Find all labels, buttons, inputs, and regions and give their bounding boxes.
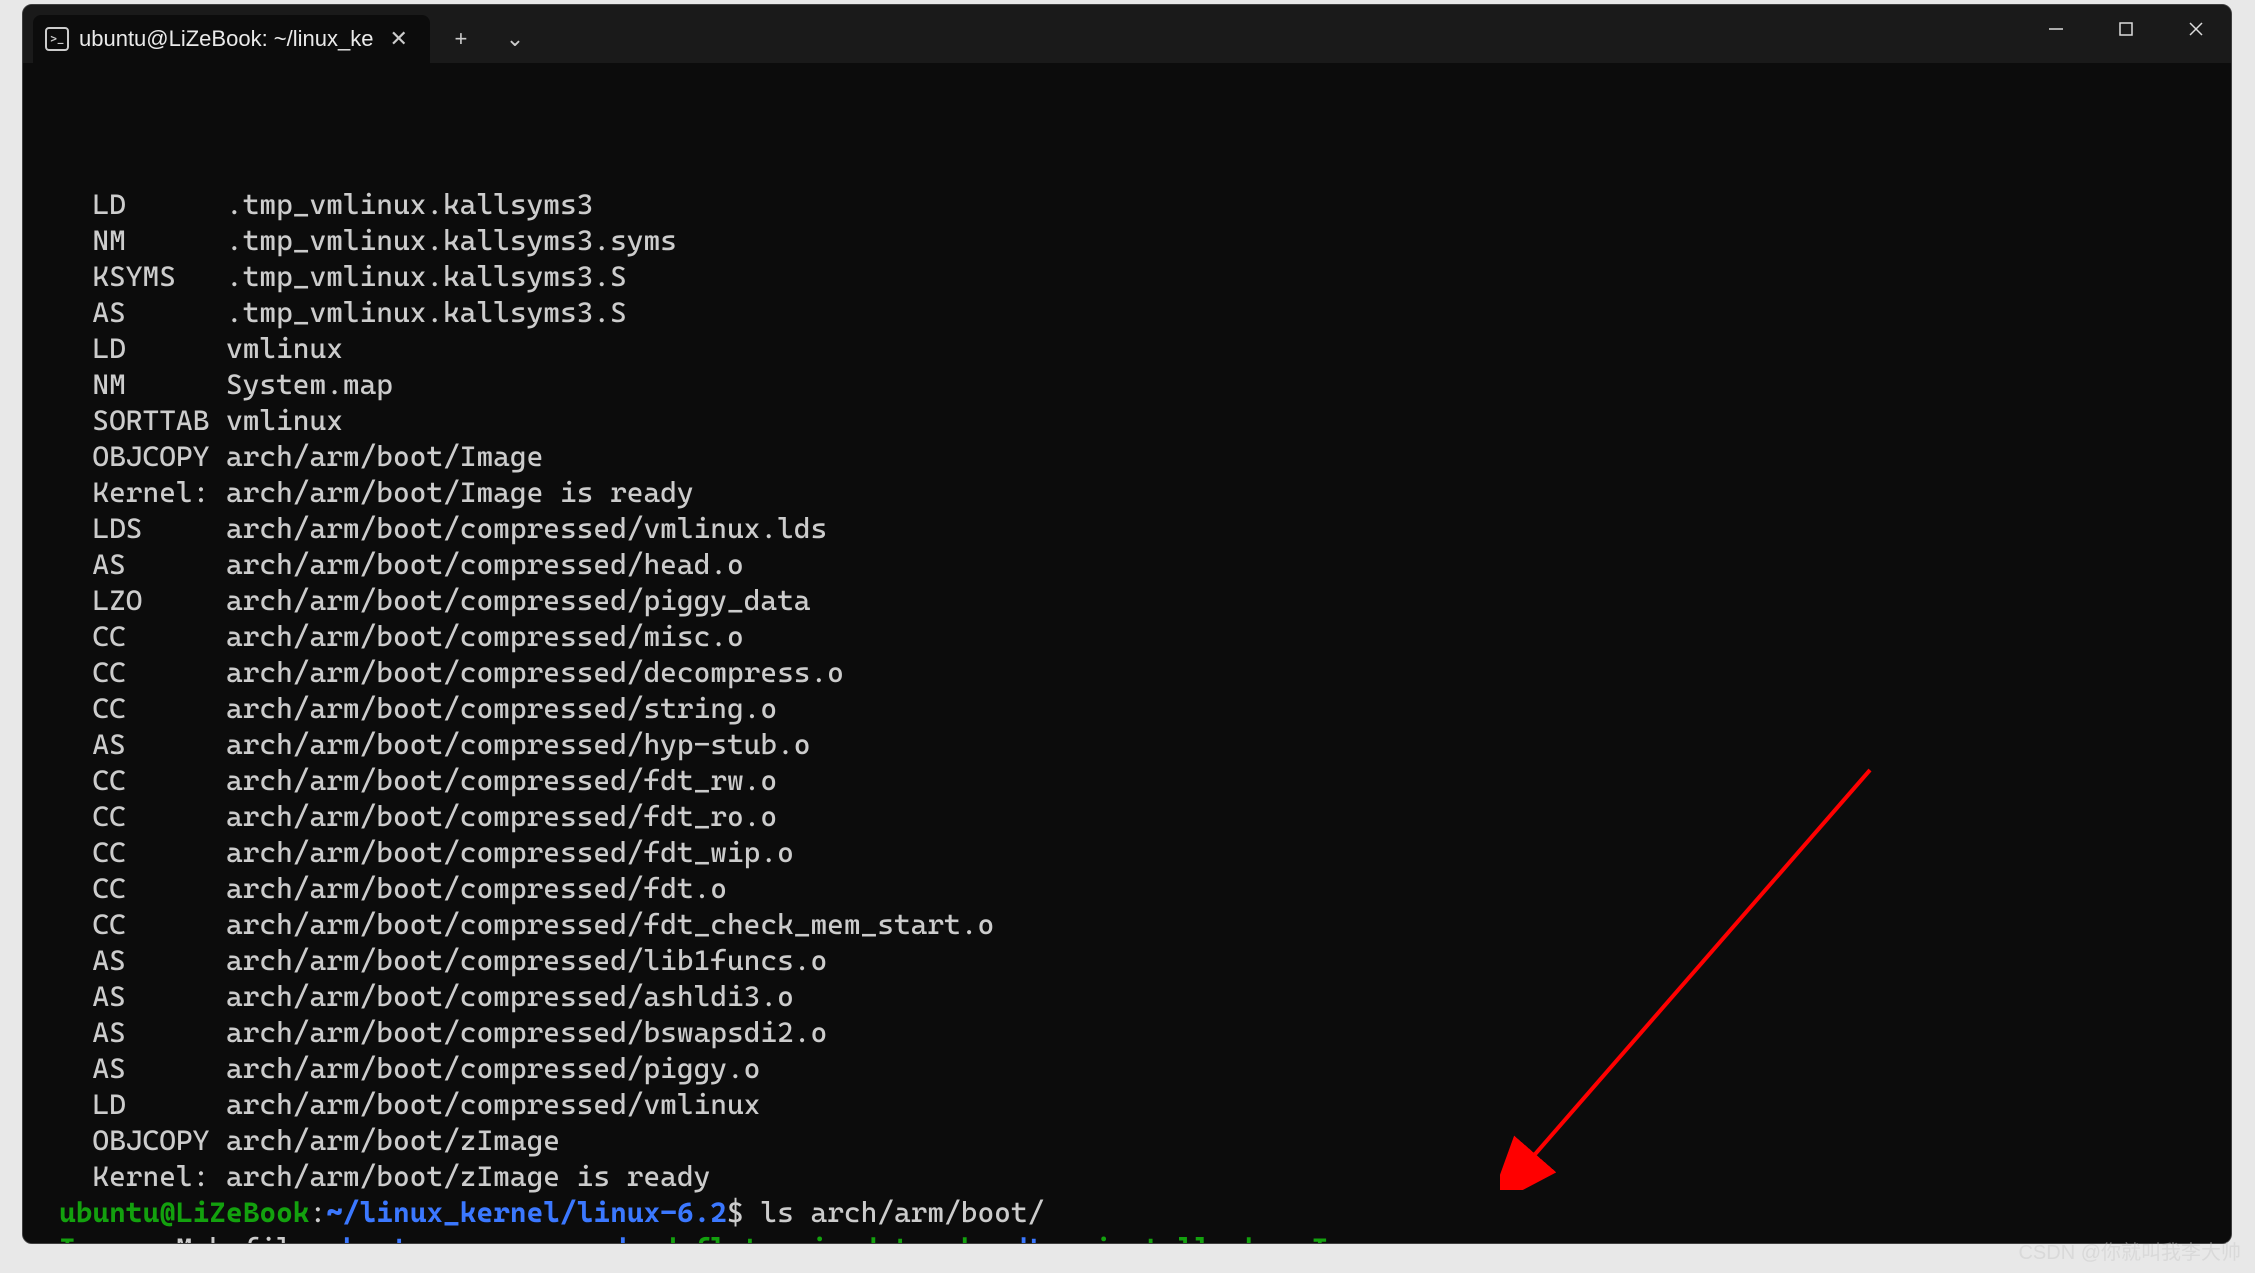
ls-entry: compressed	[460, 1232, 627, 1243]
prompt-user: ubuntu@LiZeBook	[59, 1196, 310, 1229]
output-line: AS arch/arm/boot/compressed/head.o	[59, 547, 2227, 583]
tab-dropdown-button[interactable]: ⌄	[490, 17, 540, 61]
maximize-button[interactable]	[2091, 5, 2161, 53]
ls-entry: Makefile	[176, 1232, 310, 1243]
output-line: LD vmlinux	[59, 331, 2227, 367]
output-line: CC arch/arm/boot/compressed/fdt_check_me…	[59, 907, 2227, 943]
output-line: LZO arch/arm/boot/compressed/piggy_data	[59, 583, 2227, 619]
ls-entry: zImage	[1295, 1232, 1395, 1243]
tab-title: ubuntu@LiZeBook: ~/linux_ke	[79, 26, 373, 52]
output-line: Kernel: arch/arm/boot/zImage is ready	[59, 1159, 2227, 1195]
ls-output: Image Makefile bootp compressed deflate_…	[59, 1231, 2227, 1243]
output-line: CC arch/arm/boot/compressed/fdt_rw.o	[59, 763, 2227, 799]
maximize-icon	[2119, 22, 2133, 36]
titlebar[interactable]: >_ ubuntu@LiZeBook: ~/linux_ke ✕ + ⌄	[23, 5, 2231, 63]
output-line: CC arch/arm/boot/compressed/decompress.o	[59, 655, 2227, 691]
tab-actions: + ⌄	[436, 15, 540, 63]
output-line: NM System.map	[59, 367, 2227, 403]
output-line: AS arch/arm/boot/compressed/lib1funcs.o	[59, 943, 2227, 979]
ls-entry: bootp	[343, 1232, 427, 1243]
terminal-icon: >_	[45, 27, 69, 51]
output-line: CC arch/arm/boot/compressed/fdt.o	[59, 871, 2227, 907]
prompt-line[interactable]: ubuntu@LiZeBook:~/linux_kernel/linux-6.2…	[59, 1195, 2227, 1231]
output-line: LD arch/arm/boot/compressed/vmlinux	[59, 1087, 2227, 1123]
tab-active[interactable]: >_ ubuntu@LiZeBook: ~/linux_ke ✕	[33, 15, 430, 63]
output-line: LD .tmp_vmlinux.kallsyms3	[59, 187, 2227, 223]
output-line: OBJCOPY arch/arm/boot/zImage	[59, 1123, 2227, 1159]
close-icon	[2188, 21, 2204, 37]
close-button[interactable]	[2161, 5, 2231, 53]
output-line: AS arch/arm/boot/compressed/piggy.o	[59, 1051, 2227, 1087]
ls-entry: dts	[1011, 1232, 1061, 1243]
output-line: AS arch/arm/boot/compressed/bswapsdi2.o	[59, 1015, 2227, 1051]
new-tab-button[interactable]: +	[436, 17, 486, 61]
output-line: AS arch/arm/boot/compressed/hyp-stub.o	[59, 727, 2227, 763]
minimize-icon	[2048, 21, 2064, 37]
output-line: CC arch/arm/boot/compressed/fdt_ro.o	[59, 799, 2227, 835]
output-line: AS arch/arm/boot/compressed/ashldi3.o	[59, 979, 2227, 1015]
output-line: LDS arch/arm/boot/compressed/vmlinux.lds	[59, 511, 2227, 547]
terminal-viewport[interactable]: LD .tmp_vmlinux.kallsyms3 NM .tmp_vmlinu…	[23, 63, 2231, 1243]
output-line: CC arch/arm/boot/compressed/fdt_wip.o	[59, 835, 2227, 871]
ls-entry: deflate_xip_data.sh	[660, 1232, 977, 1243]
output-line: AS .tmp_vmlinux.kallsyms3.S	[59, 295, 2227, 331]
output-line: Kernel: arch/arm/boot/Image is ready	[59, 475, 2227, 511]
window-controls	[2021, 5, 2231, 53]
tab-close-button[interactable]: ✕	[383, 24, 413, 54]
output-line: CC arch/arm/boot/compressed/misc.o	[59, 619, 2227, 655]
prompt-path: ~/linux_kernel/linux-6.2	[326, 1196, 727, 1229]
output-line: OBJCOPY arch/arm/boot/Image	[59, 439, 2227, 475]
minimize-button[interactable]	[2021, 5, 2091, 53]
ls-entry: Image	[59, 1232, 143, 1243]
command-text: ls arch/arm/boot/	[760, 1196, 1044, 1229]
output-line: CC arch/arm/boot/compressed/string.o	[59, 691, 2227, 727]
watermark: CSDN @你就叫我李大帅	[2018, 1236, 2241, 1265]
output-line: KSYMS .tmp_vmlinux.kallsyms3.S	[59, 259, 2227, 295]
terminal-window: >_ ubuntu@LiZeBook: ~/linux_ke ✕ + ⌄ LD …	[22, 4, 2232, 1244]
output-line: NM .tmp_vmlinux.kallsyms3.syms	[59, 223, 2227, 259]
ls-entry: install.sh	[1094, 1232, 1261, 1243]
output-line: SORTTAB vmlinux	[59, 403, 2227, 439]
